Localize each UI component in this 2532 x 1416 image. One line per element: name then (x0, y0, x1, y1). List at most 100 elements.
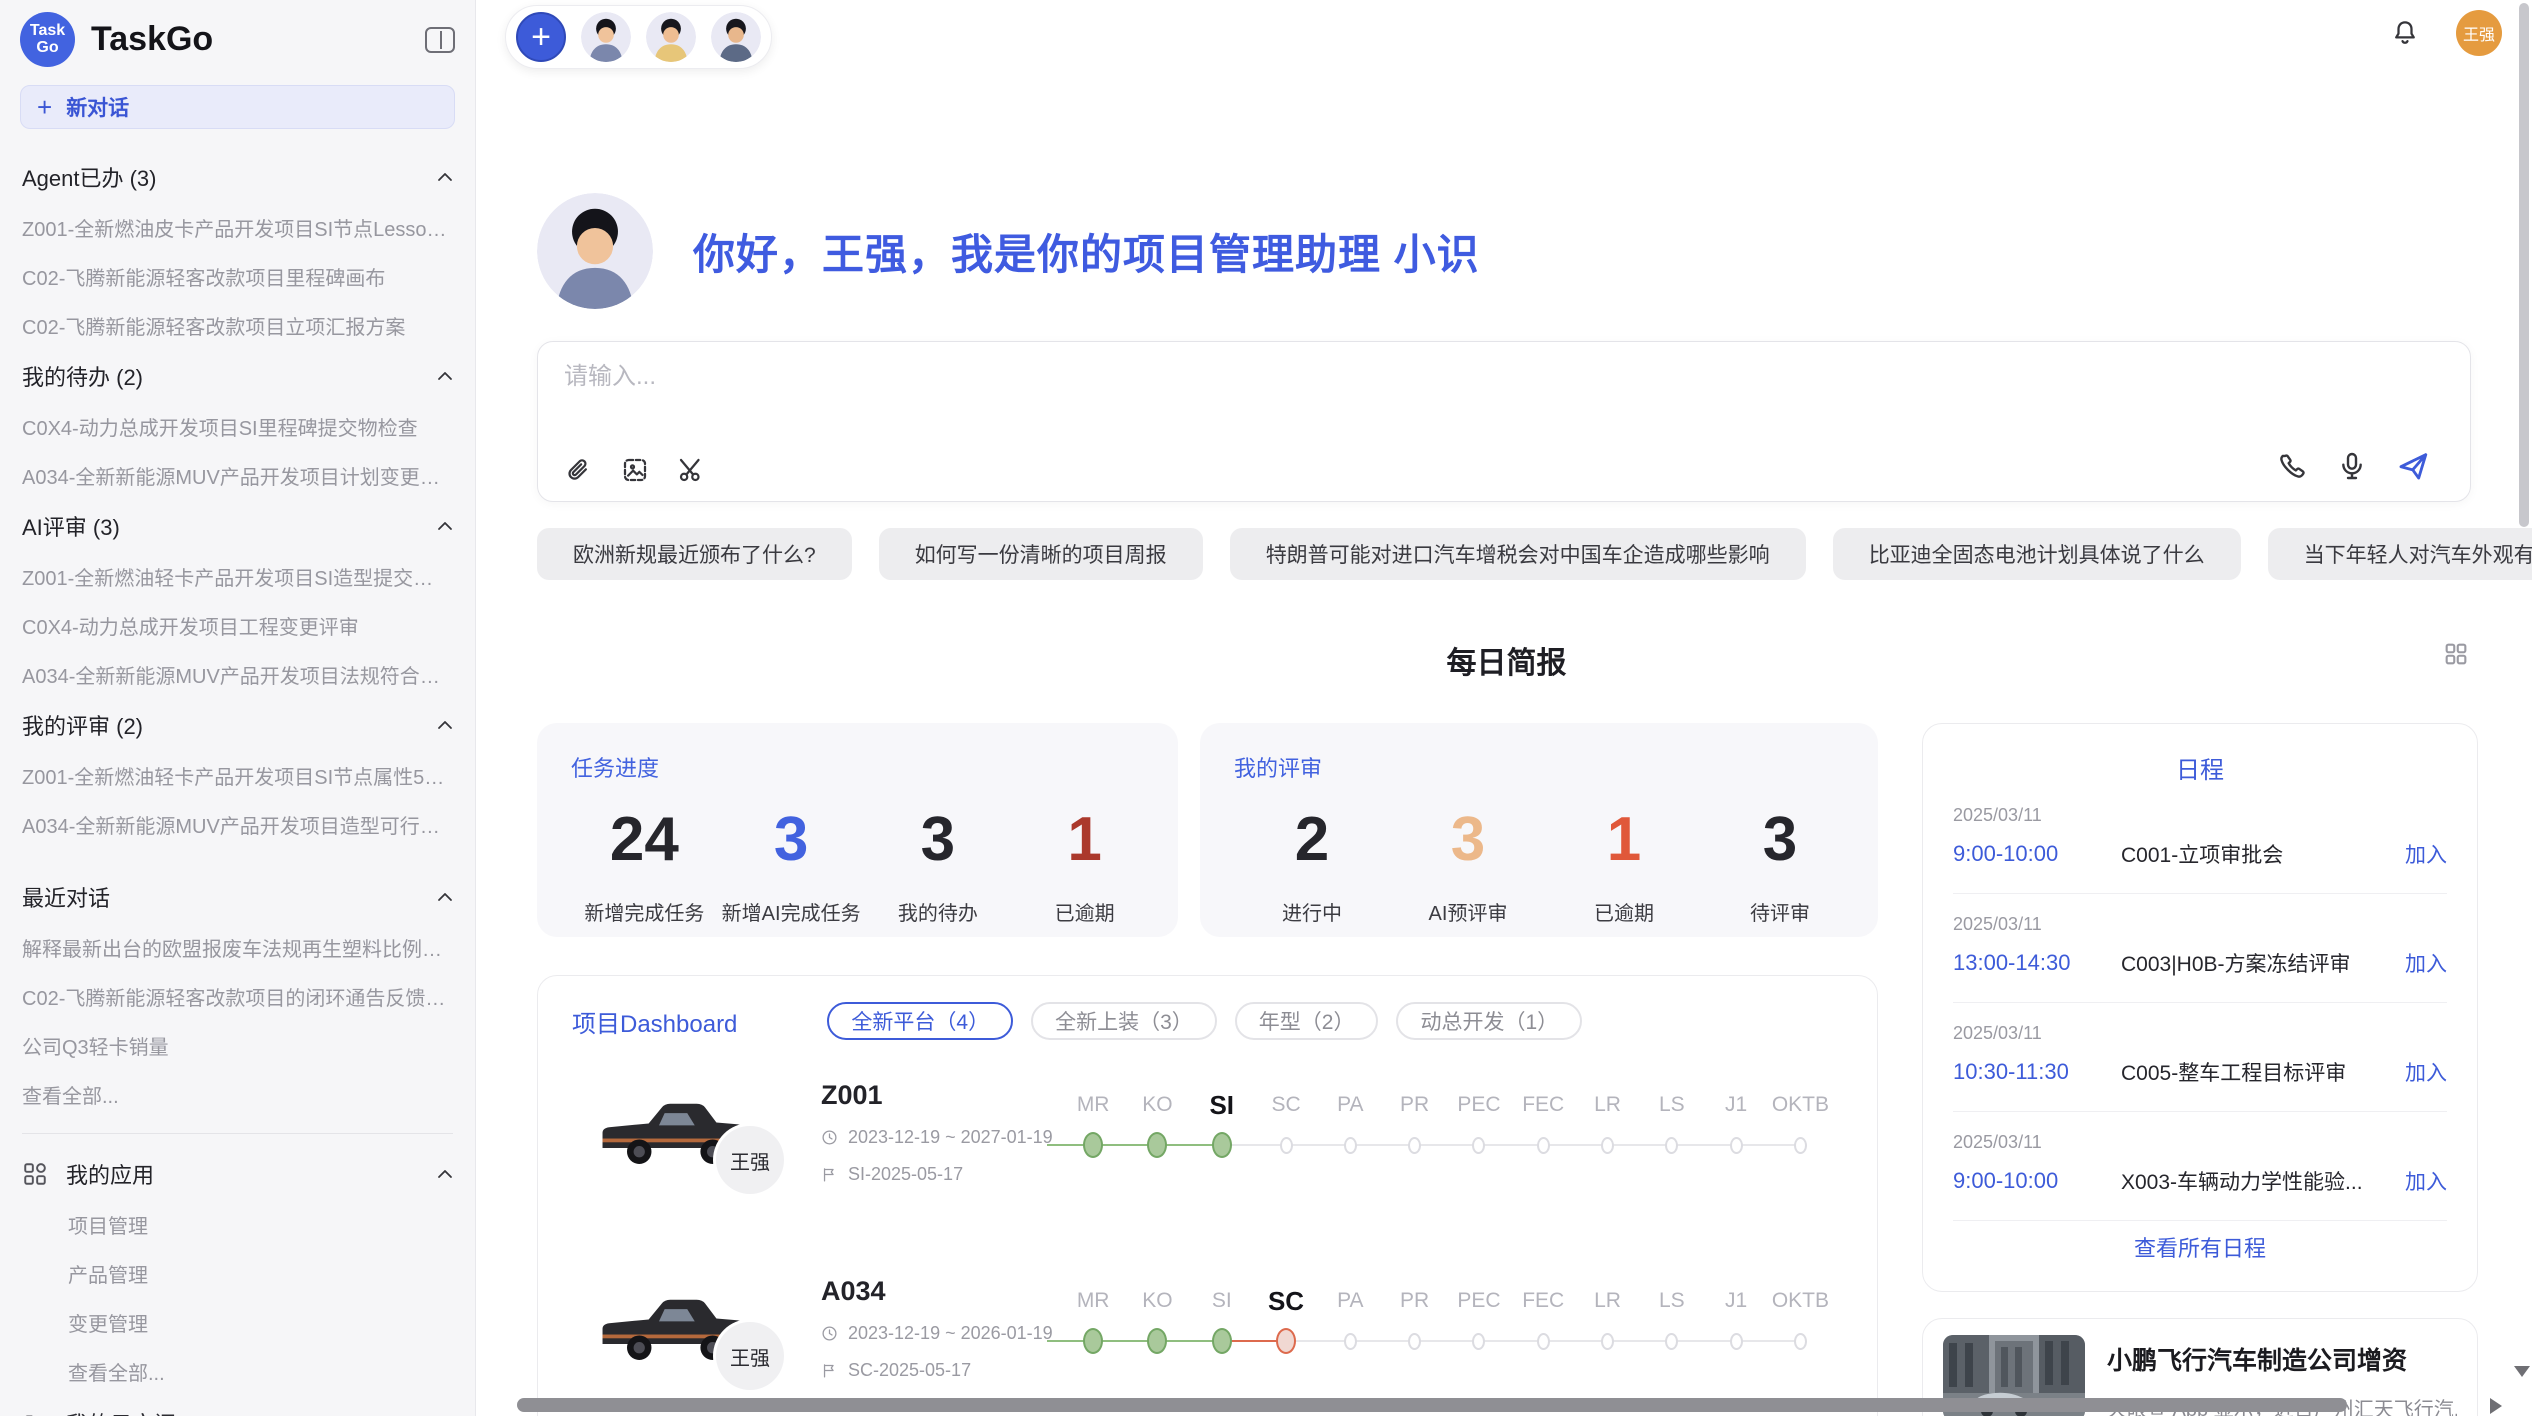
agent-avatar[interactable] (581, 12, 631, 62)
stat-value: 2 (1234, 809, 1390, 871)
stat: 3 待评审 (1702, 809, 1858, 926)
chat-input[interactable] (564, 356, 2164, 440)
flag-icon (821, 1362, 838, 1379)
sidebar-item[interactable]: C02-飞腾新能源轻客改款项目的闭环通告反馈情况 (22, 972, 453, 1021)
sidebar-item-app[interactable]: 产品管理 (22, 1249, 453, 1298)
agent-team-pill: + (505, 5, 772, 69)
section-header-recent-chats[interactable]: 最近对话 (22, 871, 453, 923)
milestone-chain: MR KO SI SC PA PR PEC FEC LR LS J1 OKTB (1061, 1284, 1833, 1358)
stat-value: 1 (1011, 809, 1158, 871)
project-owner-badge: 王强 (716, 1126, 784, 1194)
mic-icon[interactable] (2336, 450, 2368, 482)
sidebar-item[interactable]: Z001-全新燃油皮卡产品开发项目SI节点Lesson Learn报告 (22, 203, 453, 252)
project-row-a034[interactable]: 王强 A034 2023-12-19 ~ 2026-01-19 SC-2025-… (538, 1274, 1877, 1416)
add-agent-button[interactable]: + (516, 12, 566, 62)
join-link[interactable]: 加入 (2405, 1057, 2447, 1087)
sidebar-item[interactable]: C0X4-动力总成开发项目SI里程碑提交物检查 (22, 402, 453, 451)
collapse-sidebar-icon[interactable] (425, 27, 455, 53)
schedule-event: 2025/03/11 10:30-11:30 C005-整车工程目标评审 加入 (1953, 1003, 2447, 1112)
sidebar-list: Agent已办 (3) Z001-全新燃油皮卡产品开发项目SI节点Lesson … (0, 143, 475, 1416)
project-row-z001[interactable]: 王强 Z001 2023-12-19 ~ 2027-01-19 SI-2025-… (538, 1078, 1877, 1236)
sidebar-item-label: 我的云空间 (66, 1407, 176, 1416)
suggestion-chip[interactable]: 欧洲新规最近颁布了什么? (537, 528, 852, 580)
sidebar-item-app[interactable]: 项目管理 (22, 1200, 453, 1249)
grid-layout-icon[interactable] (2442, 640, 2470, 668)
suggestion-chip[interactable]: 当下年轻人对汽车外观有怎样的喜好趋势 (2268, 528, 2532, 580)
sidebar-item[interactable]: A034-全新新能源MUV产品开发项目法规符合性评审 (22, 650, 453, 699)
stats-row: 2 进行中 3 AI预评审 1 已逾期 3 待评审 (1234, 809, 1878, 926)
join-link[interactable]: 加入 (2405, 839, 2447, 869)
sidebar-item[interactable]: 解释最新出台的欧盟报废车法规再生塑料比例被调至15%... (22, 923, 453, 972)
scroll-down-arrow[interactable] (2514, 1366, 2530, 1377)
phone-icon[interactable] (2276, 450, 2308, 482)
section-label: 我的待办 (2) (22, 360, 143, 392)
sidebar-item[interactable]: A034-全新新能源MUV产品开发项目造型可行性评审 (22, 800, 453, 849)
sidebar-item[interactable]: C0X4-动力总成开发项目工程变更评审 (22, 601, 453, 650)
sidebar-item[interactable]: 公司Q3轻卡销量 (22, 1021, 453, 1070)
horizontal-scrollbar[interactable] (517, 1398, 2347, 1412)
milestone-label: PEC (1447, 1088, 1511, 1122)
join-link[interactable]: 加入 (2405, 1166, 2447, 1196)
sidebar-item[interactable]: C02-飞腾新能源轻客改款项目立项汇报方案 (22, 301, 453, 350)
user-avatar[interactable]: 王强 (2456, 10, 2502, 56)
cloud-folder-icon (22, 1410, 48, 1416)
project-date-range: 2023-12-19 ~ 2026-01-19 (848, 1323, 1053, 1344)
milestone-label: SC (1254, 1088, 1318, 1122)
scroll-right-arrow[interactable] (2490, 1398, 2502, 1414)
section-header-ai-review[interactable]: AI评审 (3) (22, 500, 453, 552)
milestone-label: KO (1125, 1088, 1189, 1122)
scissors-icon[interactable] (676, 455, 706, 485)
bell-icon[interactable] (2390, 18, 2420, 48)
stat-value: 3 (718, 809, 865, 871)
section-label: 我的评审 (2) (22, 709, 143, 741)
section-header-my-review[interactable]: 我的评审 (2) (22, 699, 453, 751)
section-header-my-apps[interactable]: 我的应用 (22, 1148, 453, 1200)
sidebar-item[interactable]: C02-飞腾新能源轻客改款项目里程碑画布 (22, 252, 453, 301)
event-time: 13:00-14:30 (1953, 950, 2121, 976)
new-chat-button[interactable]: + 新对话 (20, 85, 455, 129)
divider (22, 1133, 453, 1134)
send-icon[interactable] (2396, 449, 2430, 483)
sidebar-item-cloud-space[interactable]: 我的云空间 (22, 1396, 453, 1416)
stat-caption: 新增AI完成任务 (718, 897, 865, 926)
tab-new-body[interactable]: 全新上装（3） (1031, 1002, 1217, 1040)
event-date: 2025/03/11 (1953, 914, 2447, 935)
milestone-label: LR (1575, 1284, 1639, 1318)
sidebar-item[interactable]: Z001-全新燃油轻卡产品开发项目SI造型提交物评审 (22, 552, 453, 601)
sidebar-item[interactable]: A034-全新新能源MUV产品开发项目计划变更表编写 (22, 451, 453, 500)
vertical-scrollbar[interactable] (2519, 3, 2529, 527)
tab-year-model[interactable]: 年型（2） (1235, 1002, 1379, 1040)
briefing-header: 每日简报 (537, 638, 2476, 682)
view-all-schedule-link[interactable]: 查看所有日程 (1953, 1231, 2447, 1263)
section-header-my-todo[interactable]: 我的待办 (2) (22, 350, 453, 402)
milestone-labels: MR KO SI SC PA PR PEC FEC LR LS J1 OKTB (1061, 1088, 1833, 1122)
tab-all-new-platform[interactable]: 全新平台（4） (827, 1002, 1013, 1040)
paperclip-icon[interactable] (564, 455, 594, 485)
section-header-agent-done[interactable]: Agent已办 (3) (22, 151, 453, 203)
milestone-label: PR (1382, 1088, 1446, 1122)
stat: 1 已逾期 (1011, 809, 1158, 926)
milestone-label: PEC (1447, 1284, 1511, 1318)
suggestion-chip[interactable]: 特朗普可能对进口汽车增税会对中国车企造成哪些影响 (1230, 528, 1806, 580)
message-composer (537, 341, 2471, 502)
agent-avatar[interactable] (711, 12, 761, 62)
sidebar-item-app[interactable]: 变更管理 (22, 1298, 453, 1347)
join-link[interactable]: 加入 (2405, 948, 2447, 978)
schedule-event: 2025/03/11 13:00-14:30 C003|H0B-方案冻结评审 加… (1953, 894, 2447, 1003)
milestone-label: FEC (1511, 1284, 1575, 1318)
tab-powertrain[interactable]: 动总开发（1） (1396, 1002, 1582, 1040)
dashboard-tabs: 全新平台（4） 全新上装（3） 年型（2） 动总开发（1） (827, 1002, 1582, 1040)
suggestion-chip[interactable]: 比亚迪全固态电池计划具体说了什么 (1833, 528, 2241, 580)
chevron-up-icon (437, 1169, 453, 1179)
stat-value: 3 (1702, 809, 1858, 871)
event-time: 9:00-10:00 (1953, 1168, 2121, 1194)
stat: 1 已逾期 (1546, 809, 1702, 926)
image-icon[interactable] (620, 455, 650, 485)
sidebar-item-view-all[interactable]: 查看全部... (22, 1070, 453, 1119)
project-date-range: 2023-12-19 ~ 2027-01-19 (848, 1127, 1053, 1148)
agent-avatar[interactable] (646, 12, 696, 62)
sidebar-item[interactable]: Z001-全新燃油轻卡产品开发项目SI节点属性5D文件评审 (22, 751, 453, 800)
suggestion-chip[interactable]: 如何写一份清晰的项目周报 (879, 528, 1203, 580)
milestone-label: LR (1575, 1088, 1639, 1122)
sidebar-item-app-view-all[interactable]: 查看全部... (22, 1347, 453, 1396)
